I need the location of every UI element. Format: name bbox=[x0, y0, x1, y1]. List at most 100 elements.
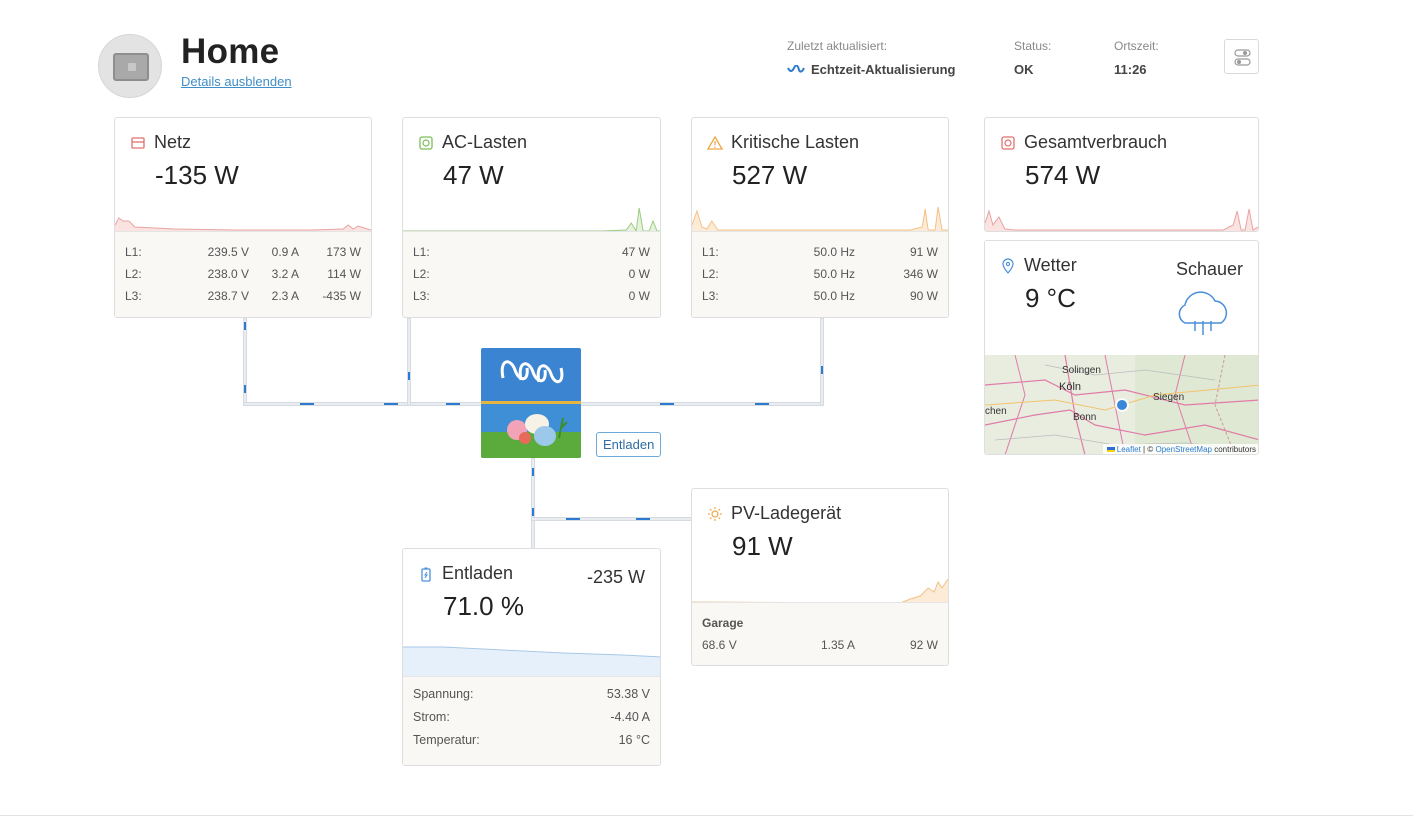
battery-charging-icon bbox=[421, 567, 431, 582]
battery-detail-row: Spannung: 53.38 V bbox=[413, 687, 650, 701]
grid-meter-icon bbox=[131, 136, 145, 149]
leaflet-link[interactable]: Leaflet bbox=[1117, 445, 1141, 454]
location-pin-icon bbox=[1002, 257, 1014, 274]
settings-button[interactable] bbox=[1224, 39, 1259, 74]
inverter-state-badge: Entladen bbox=[596, 432, 662, 457]
flow-dot bbox=[244, 322, 246, 330]
critical-loads-card[interactable]: Kritische Lasten 527 W L1: 50.0 Hz 91 W L2… bbox=[691, 117, 949, 318]
critical-phase-row: L3: 50.0 Hz 90 W bbox=[702, 289, 938, 303]
rain-cloud-icon bbox=[1178, 291, 1228, 335]
battery-sparkline bbox=[403, 646, 660, 678]
details-toggle-link[interactable]: Details ausblenden bbox=[181, 74, 292, 89]
flow-dot bbox=[446, 403, 460, 405]
battery-power: -235 W bbox=[586, 567, 645, 587]
pv-charger-card[interactable]: PV-Ladegerät 91 W Garage 68.6 V 1.35 A 92 … bbox=[691, 488, 949, 666]
map-label: Köln bbox=[1059, 381, 1082, 393]
pv-sparkline bbox=[692, 578, 948, 604]
flow-dot bbox=[532, 468, 534, 476]
map-attribution: Leaflet | © OpenStreetMap contributors bbox=[1102, 444, 1258, 454]
flow-dot bbox=[566, 518, 580, 520]
osm-link[interactable]: OpenStreetMap bbox=[1155, 445, 1211, 454]
pv-detail-row: 68.6 V 1.35 A 92 W bbox=[702, 638, 938, 652]
grid-card[interactable]: Netz -135 W L1: 239.5 V 0.9 A 173 W L2: 238.… bbox=[114, 117, 372, 318]
critical-loads-value: 527 W bbox=[732, 160, 808, 190]
warning-icon bbox=[707, 135, 723, 150]
ukraine-flag-icon bbox=[1106, 447, 1115, 452]
flow-dot bbox=[755, 403, 769, 405]
map-roads bbox=[985, 355, 1258, 454]
grid-value: -135 W bbox=[155, 160, 239, 190]
device-icon bbox=[113, 53, 149, 81]
grid-phase-row: L2: 238.0 V 3.2 A 114 W bbox=[125, 267, 361, 281]
flow-line-ac bbox=[407, 318, 411, 406]
grid-phase-row: L1: 239.5 V 0.9 A 173 W bbox=[125, 245, 361, 259]
map-label: Bonn bbox=[1073, 412, 1097, 423]
battery-detail-row: Strom: -4.40 A bbox=[413, 710, 650, 724]
battery-details: Spannung: 53.38 V Strom: -4.40 A Temperatu… bbox=[403, 676, 660, 765]
grid-sparkline bbox=[115, 217, 371, 233]
sun-icon bbox=[708, 506, 722, 521]
toggle-settings-icon bbox=[1234, 49, 1251, 66]
outlet-icon bbox=[1001, 135, 1015, 150]
battery-soc: 71.0 % bbox=[443, 591, 524, 621]
map-label: Siegen bbox=[1153, 392, 1185, 403]
flow-dot bbox=[636, 518, 650, 520]
footer-divider bbox=[0, 815, 1413, 816]
status: Status: OK bbox=[1014, 39, 1051, 77]
flow-dot bbox=[660, 403, 674, 405]
grid-title: Netz bbox=[154, 132, 192, 152]
flow-dot bbox=[532, 508, 534, 516]
battery-card[interactable]: Entladen -235 W 71.0 % Spannung: 53.38 V … bbox=[402, 548, 661, 766]
last-updated-value: Echtzeit-Aktualisierung bbox=[811, 62, 956, 77]
page-title: Home bbox=[181, 32, 280, 71]
flow-dot bbox=[408, 372, 410, 380]
total-value: 574 W bbox=[1025, 160, 1101, 190]
last-updated-label: Zuletzt aktualisiert: bbox=[787, 39, 888, 53]
last-updated: Zuletzt aktualisiert: Echtzeit-Aktualisi… bbox=[787, 39, 955, 77]
total-title: Gesamtverbrauch bbox=[1024, 132, 1168, 152]
ac-loads-sparkline bbox=[403, 207, 660, 233]
ac-phase-row: L2: 0 W bbox=[413, 267, 650, 281]
critical-loads-phases: L1: 50.0 Hz 91 W L2: 50.0 Hz 346 W L3: 50.0 H… bbox=[692, 231, 948, 317]
pv-details: Garage 68.6 V 1.35 A 92 W bbox=[692, 602, 948, 665]
inverter-device[interactable] bbox=[481, 348, 581, 458]
flow-dot bbox=[821, 366, 823, 374]
flow-line-pv bbox=[531, 517, 693, 521]
map-label: Solingen bbox=[1062, 365, 1101, 376]
flow-line-critical bbox=[820, 318, 824, 406]
pv-value: 91 W bbox=[732, 531, 793, 561]
critical-loads-sparkline bbox=[692, 206, 948, 233]
local-time: Ortszeit: 11:26 bbox=[1114, 39, 1159, 77]
weather-condition: Schauer bbox=[1175, 259, 1243, 279]
total-consumption-card[interactable]: Gesamtverbrauch 574 W bbox=[984, 117, 1259, 232]
critical-phase-row: L1: 50.0 Hz 91 W bbox=[702, 245, 938, 259]
inverter-logo-icon bbox=[481, 348, 581, 458]
weather-card[interactable]: Wetter Schauer 9 °C Solingen Köln Siegen… bbox=[984, 240, 1259, 455]
pv-charger-name: Garage bbox=[702, 616, 744, 630]
map-label: chen bbox=[985, 406, 1007, 417]
flow-dot bbox=[244, 385, 246, 393]
critical-phase-row: L2: 50.0 Hz 346 W bbox=[702, 267, 938, 281]
status-value: OK bbox=[1014, 62, 1034, 77]
status-label: Status: bbox=[1014, 39, 1052, 53]
grid-phase-row: L3: 238.7 V 2.3 A -435 W bbox=[125, 289, 361, 303]
ac-phase-row: L3: 0 W bbox=[413, 289, 650, 303]
weather-map[interactable]: Solingen Köln Siegen Bonn chen Leaflet |… bbox=[985, 355, 1258, 454]
battery-detail-row: Temperatur: 16 °C bbox=[413, 733, 650, 747]
flow-dot bbox=[384, 403, 398, 405]
ac-loads-phases: L1: 47 W L2: 0 W L3: 0 W bbox=[403, 231, 660, 317]
pv-title: PV-Ladegerät bbox=[731, 503, 842, 523]
grid-phases: L1: 239.5 V 0.9 A 173 W L2: 238.0 V 3.2 A 114 … bbox=[115, 231, 371, 317]
battery-title: Entladen bbox=[442, 563, 514, 583]
outlet-icon bbox=[419, 135, 433, 150]
realtime-wave-icon bbox=[787, 64, 805, 73]
local-time-value: 11:26 bbox=[1114, 62, 1147, 77]
ac-loads-value: 47 W bbox=[443, 160, 504, 190]
ac-phase-row: L1: 47 W bbox=[413, 245, 650, 259]
flow-dot bbox=[300, 403, 314, 405]
ac-loads-card[interactable]: AC-Lasten 47 W L1: 47 W L2: 0 W L3: 0 W bbox=[402, 117, 661, 318]
total-sparkline bbox=[985, 208, 1258, 231]
critical-loads-title: Kritische Lasten bbox=[731, 132, 860, 152]
ac-loads-title: AC-Lasten bbox=[442, 132, 528, 152]
local-time-label: Ortszeit: bbox=[1114, 39, 1159, 53]
